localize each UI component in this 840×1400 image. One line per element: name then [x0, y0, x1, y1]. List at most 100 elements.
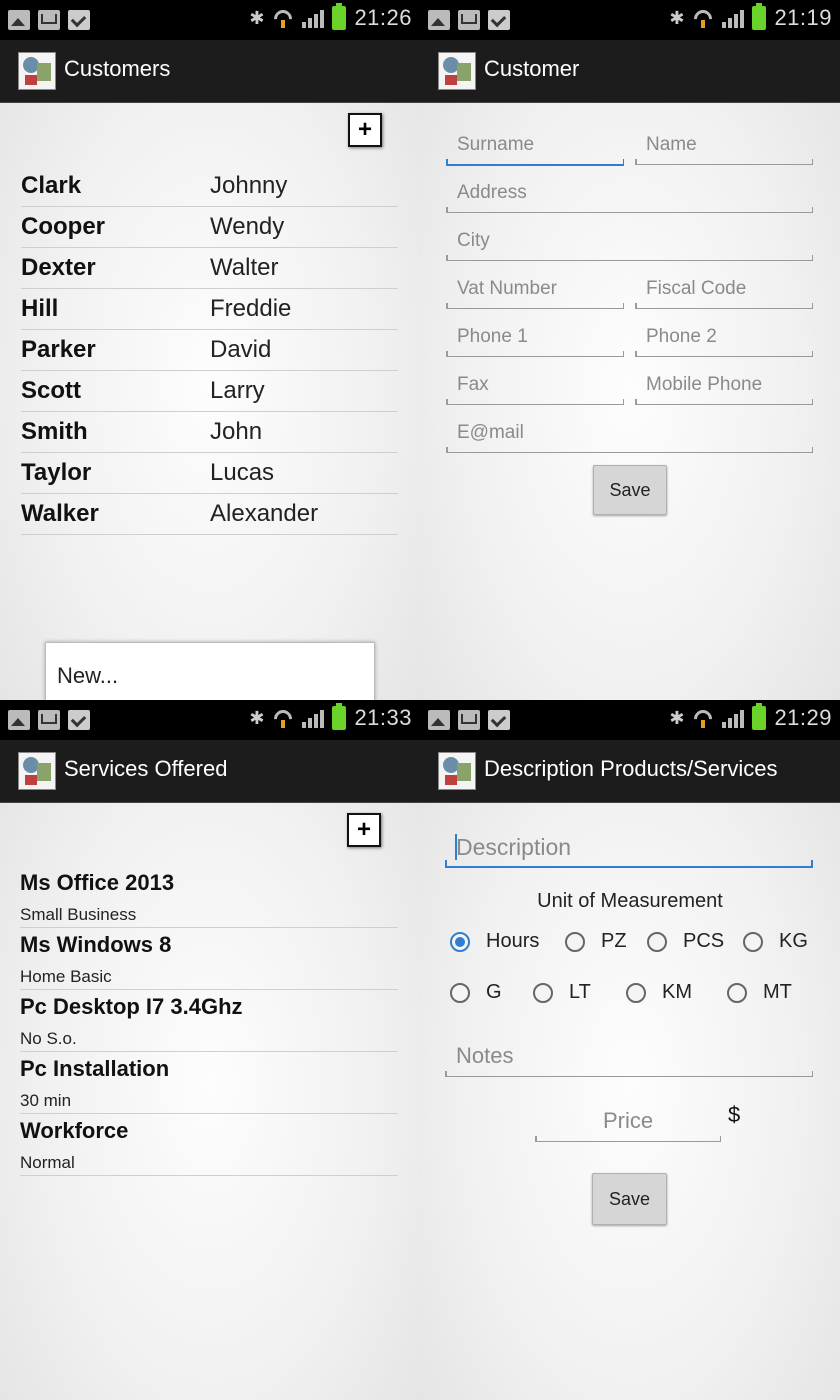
customer-surname: Cooper — [21, 213, 105, 240]
email-notification-icon — [38, 10, 60, 30]
email-field[interactable]: E@mail — [446, 420, 813, 453]
phone2-field[interactable]: Phone 2 — [635, 324, 813, 357]
gallery-notification-icon — [428, 710, 450, 730]
status-time: 21:29 — [774, 705, 832, 730]
list-item[interactable]: Parker David — [21, 330, 398, 371]
radio-icon — [450, 982, 470, 1003]
email-notification-icon — [458, 710, 480, 730]
screen-title: Customers — [64, 56, 171, 81]
screen-title: Customer — [484, 56, 580, 81]
battery-icon — [332, 703, 347, 730]
service-subtitle: No S.o. — [20, 1029, 77, 1048]
list-item[interactable]: Workforce Normal — [20, 1115, 398, 1176]
notes-field[interactable]: Notes — [445, 1040, 813, 1077]
list-item[interactable]: Hill Freddie — [21, 289, 398, 330]
list-item[interactable]: Walker Alexander — [21, 494, 398, 535]
radio-pz[interactable]: PZ — [565, 930, 627, 953]
fiscal-code-field[interactable]: Fiscal Code — [635, 276, 813, 309]
app-logo-icon[interactable] — [438, 52, 476, 90]
list-item[interactable]: Dexter Walter — [21, 248, 398, 289]
customer-name: Johnny — [210, 172, 288, 199]
customer-surname: Parker — [21, 336, 96, 363]
gallery-notification-icon — [8, 710, 30, 730]
list-item[interactable]: Smith John — [21, 412, 398, 453]
customer-name: Larry — [210, 377, 265, 404]
gallery-notification-icon — [428, 10, 450, 30]
radio-icon — [533, 982, 553, 1003]
customer-surname: Smith — [21, 418, 88, 445]
bluetooth-icon: ✱ — [249, 7, 265, 28]
status-bar: ✱ 21:26 — [0, 0, 420, 40]
customer-name: Alexander — [210, 500, 319, 527]
task-notification-icon — [488, 710, 510, 730]
service-subtitle: Normal — [20, 1153, 75, 1172]
mobile-phone-field[interactable]: Mobile Phone — [635, 372, 813, 405]
task-notification-icon — [68, 710, 90, 730]
radio-g[interactable]: G — [450, 981, 502, 1004]
status-bar: ✱ 21:29 — [420, 700, 840, 740]
service-title: Pc Desktop I7 3.4Ghz — [20, 994, 243, 1019]
status-time: 21:26 — [354, 5, 412, 30]
status-bar: ✱ 21:33 — [0, 700, 420, 740]
service-subtitle: Small Business — [20, 905, 137, 924]
radio-km[interactable]: KM — [626, 981, 692, 1004]
radio-kg[interactable]: KG — [743, 930, 808, 953]
save-button[interactable]: Save — [593, 465, 667, 515]
gallery-notification-icon — [8, 10, 30, 30]
description-field[interactable]: Description — [445, 830, 813, 868]
list-item[interactable]: Scott Larry — [21, 371, 398, 412]
customer-surname: Dexter — [21, 254, 96, 281]
phone1-field[interactable]: Phone 1 — [446, 324, 624, 357]
action-bar: Customer — [420, 40, 840, 103]
list-item[interactable]: Pc Desktop I7 3.4Ghz No S.o. — [20, 991, 398, 1052]
service-title: Ms Windows 8 — [20, 932, 172, 957]
vat-number-field[interactable]: Vat Number — [446, 276, 624, 309]
email-notification-icon — [38, 710, 60, 730]
radio-icon — [647, 931, 667, 952]
service-title: Ms Office 2013 — [20, 870, 175, 895]
customer-name: Walter — [210, 254, 279, 281]
task-notification-icon — [488, 10, 510, 30]
service-subtitle: 30 min — [20, 1091, 72, 1110]
list-item[interactable]: Cooper Wendy — [21, 207, 398, 248]
surname-field[interactable]: Surname — [446, 132, 624, 166]
status-bar: ✱ 21:19 — [420, 0, 840, 40]
radio-icon — [727, 982, 747, 1003]
customer-surname: Scott — [21, 377, 81, 404]
list-item[interactable]: Taylor Lucas — [21, 453, 398, 494]
add-customer-button[interactable]: + — [348, 113, 382, 147]
app-logo-icon[interactable] — [18, 752, 56, 790]
app-logo-icon[interactable] — [438, 752, 476, 790]
address-field[interactable]: Address — [446, 180, 813, 213]
battery-icon — [752, 703, 767, 730]
save-button[interactable]: Save — [592, 1173, 667, 1225]
customer-surname: Walker — [21, 500, 99, 527]
list-item[interactable]: Pc Installation 30 min — [20, 1053, 398, 1114]
radio-selected-icon — [450, 931, 470, 952]
signal-icon — [302, 708, 325, 728]
bluetooth-icon: ✱ — [669, 707, 685, 728]
status-time: 21:33 — [354, 705, 412, 730]
customer-surname: Taylor — [21, 459, 92, 486]
list-item[interactable]: Ms Windows 8 Home Basic — [20, 929, 398, 990]
price-field[interactable]: Price — [535, 1105, 721, 1142]
signal-icon — [302, 8, 325, 28]
customer-form-screen: ✱ 21:19 Customer Surname Name Address Ci… — [420, 0, 840, 700]
radio-hours[interactable]: Hours — [450, 930, 539, 953]
app-logo-icon[interactable] — [18, 52, 56, 90]
bluetooth-icon: ✱ — [669, 7, 685, 28]
radio-pcs[interactable]: PCS — [647, 930, 724, 953]
list-item[interactable]: Ms Office 2013 Small Business — [20, 867, 398, 928]
add-service-button[interactable]: + — [347, 813, 381, 847]
city-field[interactable]: City — [446, 228, 813, 261]
menu-item-new[interactable]: New... — [57, 663, 118, 689]
action-bar: Description Products/Services — [420, 740, 840, 803]
list-item[interactable]: Clark Johnny — [21, 166, 398, 207]
name-field[interactable]: Name — [635, 132, 813, 165]
customer-name: Freddie — [210, 295, 292, 322]
radio-lt[interactable]: LT — [533, 981, 591, 1004]
radio-icon — [565, 931, 585, 952]
radio-mt[interactable]: MT — [727, 981, 792, 1004]
fax-field[interactable]: Fax — [446, 372, 624, 405]
screen-title: Description Products/Services — [484, 756, 778, 781]
